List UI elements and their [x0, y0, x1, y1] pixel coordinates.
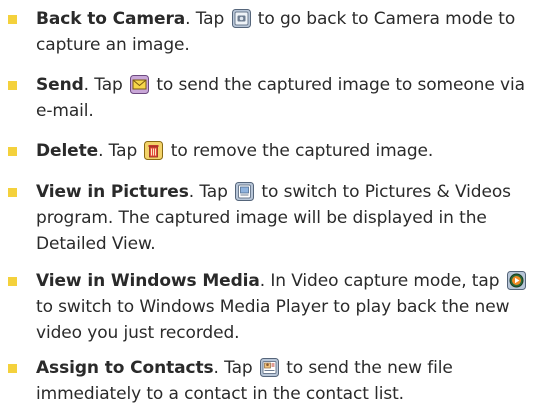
item-term: Send	[36, 75, 84, 95]
bullet-marker	[8, 277, 17, 286]
item-text-line2: e-mail.	[36, 101, 94, 121]
bullet-marker	[8, 188, 17, 197]
item-text-pre: . Tap	[83, 75, 129, 95]
item-text-post: to switch to Pictures & Videos	[256, 182, 511, 202]
bullet-marker	[8, 15, 17, 24]
item-term: View in Pictures	[36, 182, 189, 202]
item-text-post: to send the captured image to someone vi…	[151, 75, 525, 95]
item-text-post: to remove the captured image.	[165, 141, 434, 161]
item-text-line2: immediately to a contact in the contact …	[36, 384, 404, 404]
camera-icon	[231, 9, 251, 28]
item-term: View in Windows Media	[36, 271, 260, 291]
item-text-post: to go back to Camera mode to	[252, 9, 516, 29]
item-text-line2: to switch to Windows Media Player to pla…	[36, 297, 510, 317]
item-term: Back to Camera	[36, 9, 186, 29]
media-player-icon	[506, 271, 526, 290]
bullet-marker	[8, 147, 17, 156]
item-text-pre: . Tap	[188, 182, 234, 202]
item-text-post: to send the new file	[280, 358, 453, 378]
item-term: Assign to Contacts	[36, 358, 214, 378]
instruction-list: Back to Camera. Tap to go back to Camera…	[0, 0, 559, 418]
item-text-line2: capture an image.	[36, 35, 190, 55]
item-text-pre: . Tap	[98, 141, 143, 161]
item-text-line3: Detailed View.	[36, 234, 156, 254]
item-text-line2: program. The captured image will be disp…	[36, 208, 487, 228]
item-text-line3: video you just recorded.	[36, 323, 240, 343]
item-text-pre: . Tap	[185, 9, 230, 29]
item-text-pre: . Tap	[213, 358, 258, 378]
contacts-icon	[259, 358, 279, 377]
pictures-icon	[235, 182, 255, 201]
item-text-pre: . In Video capture mode, tap	[259, 271, 505, 291]
item-term: Delete	[36, 141, 99, 161]
bullet-marker	[8, 81, 17, 90]
bullet-marker	[8, 364, 17, 373]
envelope-icon	[130, 75, 150, 94]
trash-icon	[144, 141, 164, 160]
